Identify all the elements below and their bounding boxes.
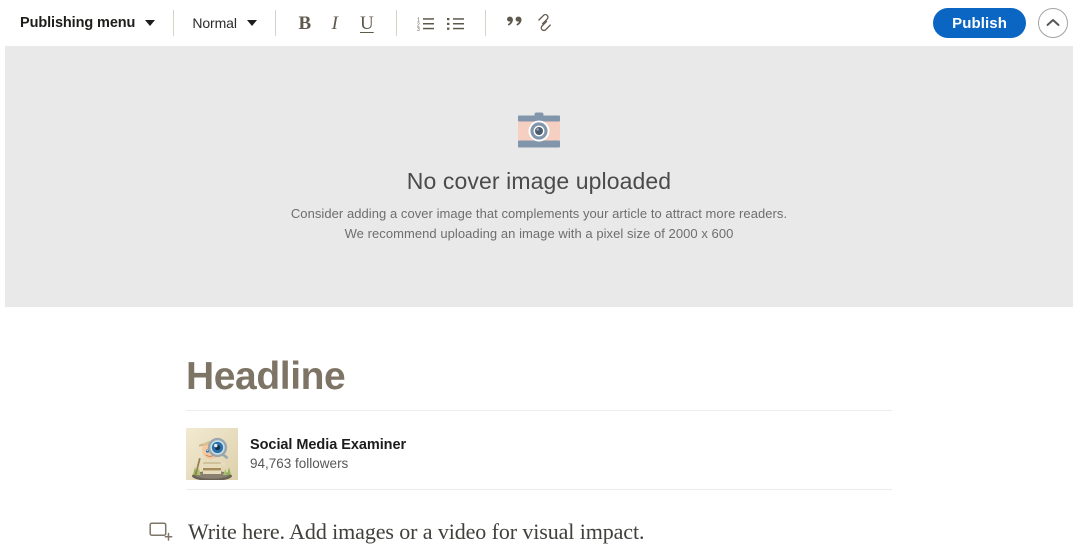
- editor-toolbar: Publishing menu Normal B I U 1 2 3 Publi…: [0, 0, 1080, 46]
- author-followers: 94,763 followers: [250, 456, 349, 471]
- article-body-row: Write here. Add images or a video for vi…: [148, 519, 644, 545]
- add-block-icon[interactable]: [148, 519, 174, 545]
- link-icon[interactable]: [530, 8, 560, 38]
- list-format-group: 1 2 3: [411, 8, 471, 38]
- bold-icon[interactable]: B: [290, 8, 320, 38]
- chevron-down-icon: [246, 20, 257, 26]
- underline-icon[interactable]: U: [352, 8, 382, 38]
- toolbar-divider: [484, 10, 486, 36]
- italic-icon[interactable]: I: [320, 8, 352, 38]
- chevron-up-icon: [1046, 19, 1060, 26]
- author-name: Social Media Examiner: [250, 437, 407, 453]
- publish-button[interactable]: Publish: [933, 8, 1026, 38]
- author-text-block: Social Media Examiner 94,763 followers: [250, 437, 406, 471]
- toolbar-divider: [173, 10, 175, 36]
- text-style-select[interactable]: Normal: [188, 12, 261, 34]
- publishing-menu-button[interactable]: Publishing menu: [16, 12, 159, 34]
- cover-upload-subtitle-line1: Consider adding a cover image that compl…: [290, 206, 788, 221]
- article-body-input[interactable]: Write here. Add images or a video for vi…: [188, 519, 644, 545]
- author-row: Social Media Examiner 94,763 followers: [186, 428, 406, 480]
- svg-text:3: 3: [417, 27, 420, 31]
- toolbar-divider: [274, 10, 276, 36]
- insert-group: [500, 8, 560, 38]
- chevron-down-icon: [145, 20, 156, 26]
- avatar: [186, 428, 238, 480]
- cover-upload-subtitle-line2: We recommend uploading an image with a p…: [344, 226, 734, 241]
- author-divider-bottom: [186, 489, 892, 490]
- cover-upload-title: No cover image uploaded: [406, 168, 672, 194]
- toolbar-divider: [395, 10, 397, 36]
- bulleted-list-icon[interactable]: [441, 8, 471, 38]
- headline-input[interactable]: Headline: [186, 355, 346, 399]
- text-style-value: Normal: [192, 15, 237, 31]
- author-divider-top: [186, 410, 892, 411]
- text-format-group: B I U: [290, 8, 382, 38]
- publishing-menu-label: Publishing menu: [20, 15, 136, 31]
- cover-image-upload-area[interactable]: No cover image uploaded Consider adding …: [5, 46, 1073, 307]
- camera-icon: [516, 112, 562, 152]
- ordered-list-icon[interactable]: 1 2 3: [411, 8, 441, 38]
- collapse-toolbar-button[interactable]: [1038, 8, 1068, 38]
- quote-icon[interactable]: [500, 8, 530, 38]
